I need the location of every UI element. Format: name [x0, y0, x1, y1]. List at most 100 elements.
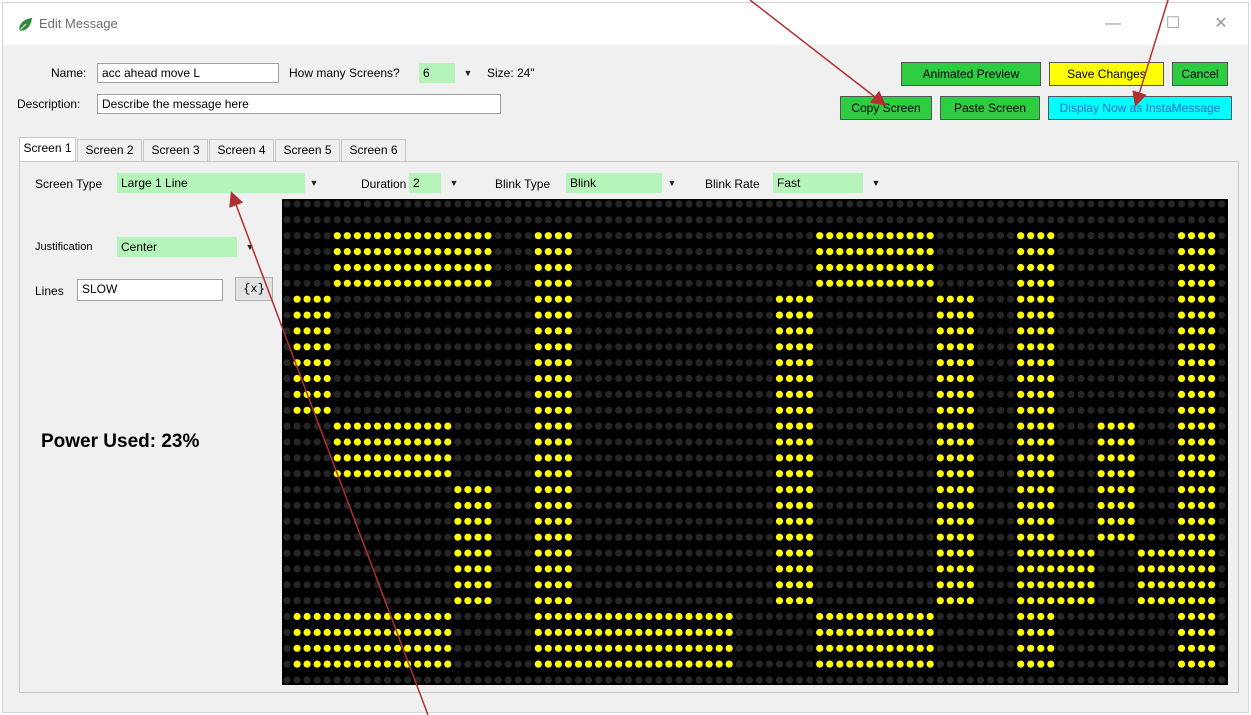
led-dot-on [1187, 549, 1196, 557]
led-dot-on [1027, 438, 1035, 446]
led-dot-off [464, 438, 472, 446]
led-dot-off [886, 597, 894, 605]
screens-count-select[interactable]: 6 [419, 63, 455, 83]
led-dot-off [353, 549, 361, 557]
led-dot-off [695, 343, 703, 351]
led-dot-on [796, 390, 804, 398]
lines-text-field[interactable]: SLOW [77, 279, 223, 301]
screen-type-select[interactable]: Large 1 Line [117, 173, 305, 193]
description-field[interactable]: Describe the message here [97, 94, 501, 114]
led-dot-off [735, 533, 743, 541]
led-dot-off [816, 311, 824, 319]
led-dot-on [1208, 438, 1216, 446]
minimize-button[interactable]: — [1093, 11, 1133, 37]
tab-screen-4[interactable]: Screen 4 [209, 139, 274, 161]
name-field[interactable]: acc ahead move L [97, 63, 279, 83]
display-now-instamessage-button[interactable]: Display Now as InstaMessage [1048, 96, 1232, 120]
insert-variable-button[interactable]: {x} [235, 277, 273, 301]
led-dot-off [986, 216, 995, 224]
led-dot-on [956, 581, 965, 589]
screens-count-dropdown-icon[interactable]: ▼ [461, 66, 475, 80]
led-dot-on [1017, 374, 1025, 383]
led-dot-off [333, 517, 341, 525]
led-dot-off [1187, 200, 1196, 208]
led-dot-on [323, 612, 331, 621]
led-dot-off [725, 295, 733, 303]
tab-screen-2[interactable]: Screen 2 [77, 139, 142, 161]
led-dot-on [1087, 549, 1095, 557]
led-dot-on [414, 612, 422, 621]
led-dot-off [1218, 359, 1226, 367]
led-dot-on [946, 533, 954, 541]
led-dot-on [725, 628, 733, 636]
led-dot-off [775, 248, 784, 256]
led-dot-on [725, 660, 733, 668]
led-dot-off [916, 565, 924, 573]
duration-select[interactable]: 2 [409, 173, 441, 193]
tab-screen-6[interactable]: Screen 6 [341, 139, 406, 161]
led-dot-off [1067, 216, 1075, 224]
led-dot-off [414, 533, 422, 541]
led-dot-off [695, 327, 703, 335]
led-dot-off [926, 406, 934, 414]
tab-screen-1[interactable]: Screen 1 [19, 137, 76, 162]
led-dot-off [625, 565, 633, 573]
led-dot-off [584, 200, 593, 208]
led-dot-off [796, 676, 804, 684]
duration-dropdown-icon[interactable]: ▼ [447, 176, 461, 190]
led-dot-off [966, 263, 975, 272]
led-dot-on [343, 660, 351, 668]
led-dot-on [1037, 390, 1045, 398]
justification-dropdown-icon[interactable]: ▼ [243, 240, 257, 254]
tab-screen-3[interactable]: Screen 3 [143, 139, 208, 161]
led-dot-off [1147, 232, 1155, 240]
led-dot-off [816, 295, 824, 303]
led-dot-off [735, 406, 743, 414]
led-dot-off [444, 359, 452, 367]
blink-type-dropdown-icon[interactable]: ▼ [665, 176, 679, 190]
led-dot-off [1167, 343, 1175, 351]
save-changes-button[interactable]: Save Changes [1049, 62, 1164, 86]
led-dot-off [293, 470, 301, 478]
led-dot-off [986, 660, 995, 668]
led-dot-off [605, 374, 613, 383]
led-dot-on [1037, 248, 1045, 256]
led-dot-off [434, 216, 442, 224]
led-dot-on [856, 248, 864, 256]
led-dot-off [464, 660, 472, 668]
animated-preview-button[interactable]: Animated Preview [901, 62, 1041, 86]
maximize-button[interactable]: ☐ [1153, 11, 1193, 37]
led-dot-on [313, 343, 321, 351]
led-dot-off [715, 438, 723, 446]
led-dot-on [544, 486, 552, 494]
led-dot-off [655, 216, 663, 224]
justification-select[interactable]: Center [117, 237, 237, 257]
led-dot-on [1047, 359, 1055, 367]
led-dot-off [997, 628, 1005, 636]
tab-screen-5[interactable]: Screen 5 [275, 139, 340, 161]
led-dot-off [765, 644, 773, 652]
led-dot-on [1208, 517, 1216, 525]
led-dot-on [1117, 422, 1125, 430]
led-dot-on [1037, 549, 1045, 557]
cancel-button[interactable]: Cancel [1172, 62, 1228, 86]
led-dot-off [926, 295, 934, 303]
close-button[interactable]: ✕ [1201, 11, 1241, 37]
copy-screen-button[interactable]: Copy Screen [840, 96, 932, 120]
led-dot-off [735, 327, 743, 335]
blink-rate-select[interactable]: Fast [773, 173, 863, 193]
led-dot-off [997, 311, 1005, 319]
blink-rate-dropdown-icon[interactable]: ▼ [869, 176, 883, 190]
led-dot-off [615, 422, 623, 430]
led-dot-on [856, 644, 864, 652]
led-dot-off [1037, 676, 1045, 684]
screen-type-dropdown-icon[interactable]: ▼ [307, 176, 321, 190]
led-dot-off [645, 327, 653, 335]
led-dot-off [1057, 628, 1065, 636]
paste-screen-button[interactable]: Paste Screen [940, 96, 1040, 120]
led-dot-on [796, 486, 804, 494]
led-dot-on [534, 644, 542, 652]
led-dot-on [1047, 565, 1055, 573]
led-dot-on [625, 660, 633, 668]
blink-type-select[interactable]: Blink [566, 173, 662, 193]
